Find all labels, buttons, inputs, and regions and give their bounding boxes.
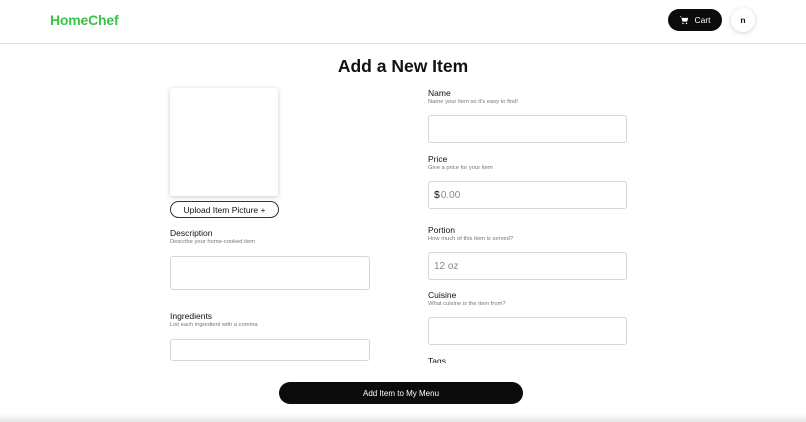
ingredients-input[interactable] bbox=[170, 339, 370, 361]
name-help: Name your item so it's easy to find! bbox=[428, 99, 519, 105]
cuisine-label: Cuisine bbox=[428, 290, 457, 300]
cuisine-help: What cuisine is the item from? bbox=[428, 301, 506, 307]
description-label: Description bbox=[170, 228, 213, 238]
name-input[interactable] bbox=[428, 115, 627, 143]
portion-input[interactable] bbox=[428, 252, 627, 280]
price-help: Give a price for your item bbox=[428, 165, 493, 171]
homechef-logo[interactable]: HomeChef bbox=[50, 12, 119, 28]
page-title: Add a New Item bbox=[337, 56, 469, 76]
item-photo-preview bbox=[170, 88, 278, 196]
portion-help: How much of this item is served? bbox=[428, 236, 514, 242]
avatar-initial: n bbox=[740, 15, 746, 25]
cuisine-input[interactable] bbox=[428, 317, 627, 345]
description-help: Describe your home-cooked item bbox=[170, 239, 256, 245]
dollar-sign: $ bbox=[434, 189, 440, 201]
ingredients-help: List each ingredient with a comma bbox=[170, 322, 258, 328]
name-label: Name bbox=[428, 88, 451, 98]
ingredients-label: Ingredients bbox=[170, 311, 213, 321]
price-label: Price bbox=[428, 154, 448, 164]
tags-section: Tags bbox=[428, 355, 628, 363]
description-input[interactable] bbox=[170, 256, 370, 290]
upload-picture-button[interactable]: Upload Item Picture + bbox=[170, 201, 279, 218]
tags-label: Tags bbox=[428, 356, 446, 363]
price-field[interactable]: $ bbox=[428, 181, 627, 209]
footer-shadow bbox=[0, 414, 806, 422]
add-item-button[interactable]: Add Item to My Menu bbox=[279, 382, 523, 404]
portion-label: Portion bbox=[428, 225, 455, 235]
top-nav-bar: HomeChef Cart n bbox=[0, 0, 806, 44]
cart-icon bbox=[680, 16, 689, 25]
price-input[interactable] bbox=[440, 189, 611, 201]
cart-label: Cart bbox=[694, 15, 711, 25]
user-avatar-button[interactable]: n bbox=[731, 8, 755, 32]
cart-button[interactable]: Cart bbox=[668, 9, 722, 31]
